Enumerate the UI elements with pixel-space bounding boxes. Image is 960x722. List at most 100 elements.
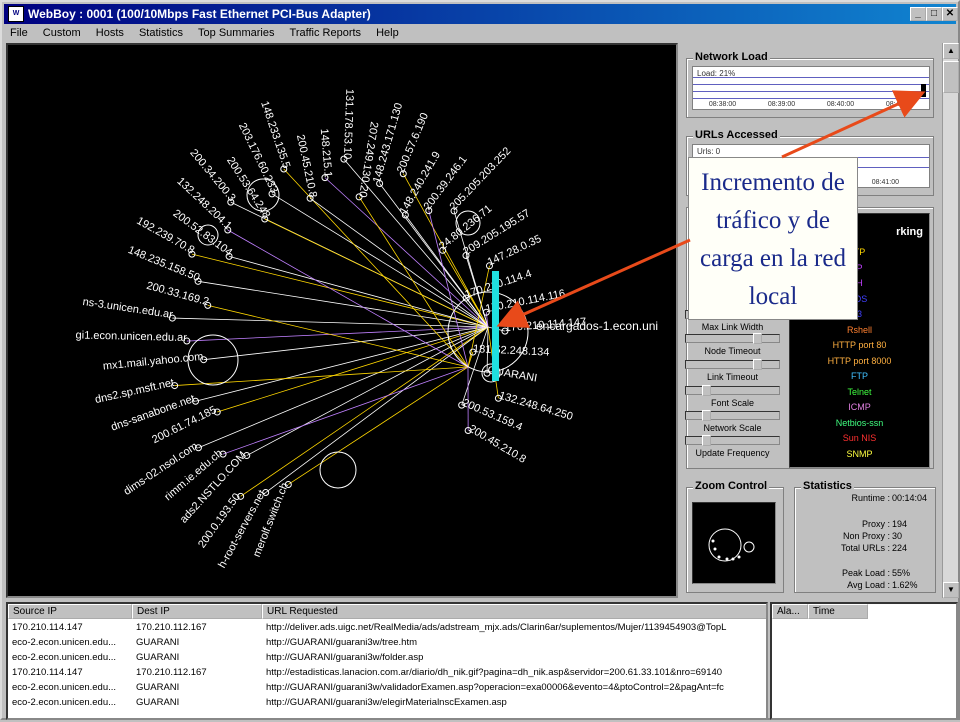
slider-label: Node Timeout bbox=[685, 346, 780, 356]
stat-runtime: Runtime :00:14:04 bbox=[802, 493, 936, 505]
column-header-url[interactable]: URL Requested bbox=[262, 604, 768, 619]
traffic-link bbox=[359, 197, 468, 367]
slider-knob[interactable] bbox=[753, 333, 762, 344]
log-cell[interactable]: GUARANI bbox=[136, 696, 262, 709]
slider-knob[interactable] bbox=[702, 410, 711, 421]
minimize-button[interactable]: _ bbox=[910, 7, 926, 21]
stat-key: Peak Load : bbox=[800, 568, 890, 578]
app-window: W WebBoy : 0001 (100/10Mbps Fast Etherne… bbox=[0, 0, 960, 720]
menu-statistics[interactable]: Statistics bbox=[139, 27, 183, 39]
menu-bar: File Custom Hosts Statistics Top Summari… bbox=[4, 24, 956, 42]
legend-item: Rshell bbox=[790, 323, 929, 339]
host-label[interactable]: dns2.sp.msft.net bbox=[94, 377, 175, 406]
stat-key: Runtime : bbox=[800, 493, 890, 503]
slider-knob[interactable] bbox=[702, 385, 711, 396]
column-header-dest-ip[interactable]: Dest IP bbox=[132, 604, 262, 619]
stat-value: 30 bbox=[892, 531, 902, 541]
time-tick: 08:39:00 bbox=[768, 101, 795, 108]
host-label[interactable]: ns-3.unicen.edu.ar bbox=[82, 296, 174, 321]
slider-label: Max Link Width bbox=[685, 322, 780, 332]
log-cell[interactable]: GUARANI bbox=[136, 651, 262, 664]
legend-item: Netbios-ssn bbox=[790, 416, 929, 432]
traffic-link bbox=[196, 327, 488, 401]
menu-help[interactable]: Help bbox=[376, 27, 399, 39]
host-label[interactable]: 148.215.1 bbox=[318, 128, 334, 178]
right-panel-scrollbar[interactable]: ▲ ▼ bbox=[942, 43, 958, 598]
stat-value: 224 bbox=[892, 543, 907, 553]
window-title: WebBoy : 0001 (100/10Mbps Fast Ethernet … bbox=[28, 7, 371, 21]
host-label[interactable]: dims-02.nsol.com bbox=[122, 440, 200, 498]
scroll-down-arrow[interactable]: ▼ bbox=[943, 582, 959, 598]
stat-value: 55% bbox=[892, 568, 910, 578]
network-graph[interactable]: merolf.switch.chh-root-servers.net200.0.… bbox=[6, 43, 678, 598]
log-cell[interactable]: http://GUARANI/guarani3w/validadorExamen… bbox=[266, 681, 766, 694]
traffic-link bbox=[310, 198, 488, 327]
url-log-table[interactable]: Source IP Dest IP URL Requested 170.210.… bbox=[6, 602, 768, 720]
maximize-button[interactable]: □ bbox=[926, 7, 942, 21]
hub-label[interactable]: encargados-1.econ.uni bbox=[536, 319, 658, 333]
close-button[interactable]: ✕ bbox=[942, 7, 958, 21]
host-label[interactable]: gi1.econ.unicen.edu.ar bbox=[75, 329, 187, 344]
slider-label: Font Scale bbox=[685, 398, 780, 408]
slider-label: Link Timeout bbox=[685, 372, 780, 382]
alarms-table[interactable]: Ala... Time bbox=[770, 602, 958, 720]
traffic-link bbox=[198, 327, 488, 448]
log-cell[interactable]: GUARANI bbox=[136, 681, 262, 694]
column-header-source-ip[interactable]: Source IP bbox=[8, 604, 132, 619]
slider-knob[interactable] bbox=[702, 435, 711, 446]
statistics-panel: Runtime :00:14:04 Proxy :194 Non Proxy :… bbox=[802, 489, 936, 595]
log-cell[interactable]: 170.210.114.147 bbox=[12, 666, 132, 679]
urls-accessed-readout: Urls: 0 bbox=[697, 147, 720, 156]
urls-accessed-title: URLs Accessed bbox=[693, 129, 780, 141]
zoom-control-view[interactable] bbox=[692, 502, 776, 584]
traffic-link bbox=[288, 367, 468, 484]
host-node[interactable] bbox=[320, 452, 356, 488]
legend-item: FTP bbox=[790, 369, 929, 385]
log-cell[interactable]: eco-2.econ.unicen.edu... bbox=[12, 651, 132, 664]
log-cell[interactable]: 170.210.114.147 bbox=[12, 621, 132, 634]
host-label[interactable]: 200.33.169.2 bbox=[145, 280, 210, 309]
menu-custom[interactable]: Custom bbox=[43, 27, 81, 39]
log-cell[interactable]: eco-2.econ.unicen.edu... bbox=[12, 696, 132, 709]
time-tick: 08:40:00 bbox=[827, 101, 854, 108]
legend-item: Sun NIS bbox=[790, 431, 929, 447]
host-label[interactable]: 205.205.203.252 bbox=[448, 145, 514, 213]
slider-knob[interactable] bbox=[753, 359, 762, 370]
menu-file[interactable]: File bbox=[10, 27, 28, 39]
log-cell[interactable]: http://GUARANI/guarani3w/tree.htm bbox=[266, 636, 766, 649]
network-load-chart: Load: 21% 08:38:00 08:39:00 08:40:00 08:… bbox=[692, 66, 930, 110]
time-tick: 08:41:00 bbox=[872, 179, 899, 186]
stat-total-urls: Total URLs :224 bbox=[802, 543, 936, 555]
host-label[interactable]: 131.178.53.10 bbox=[341, 89, 355, 160]
log-cell[interactable]: 170.210.112.167 bbox=[136, 666, 262, 679]
scroll-thumb[interactable] bbox=[943, 61, 959, 93]
log-cell[interactable]: http://GUARANI/guarani3w/elegirMaterialn… bbox=[266, 696, 766, 709]
network-load-title: Network Load bbox=[693, 51, 770, 63]
log-cell[interactable]: http://estadisticas.lanacion.com.ar/diar… bbox=[266, 666, 766, 679]
highlighted-link bbox=[492, 271, 499, 381]
menu-top-summaries[interactable]: Top Summaries bbox=[198, 27, 274, 39]
network-graph-canvas[interactable]: merolf.switch.chh-root-servers.net200.0.… bbox=[8, 45, 676, 596]
column-header-time[interactable]: Time bbox=[808, 604, 868, 619]
traffic-link bbox=[208, 305, 468, 367]
host-label[interactable]: 200.45.210.8 bbox=[294, 134, 319, 199]
menu-traffic-reports[interactable]: Traffic Reports bbox=[290, 27, 362, 39]
traffic-link bbox=[187, 327, 488, 341]
title-bar: W WebBoy : 0001 (100/10Mbps Fast Etherne… bbox=[4, 4, 956, 24]
traffic-link bbox=[192, 254, 488, 327]
log-cell[interactable]: http://GUARANI/guarani3w/folder.asp bbox=[266, 651, 766, 664]
log-cell[interactable]: GUARANI bbox=[136, 636, 262, 649]
menu-hosts[interactable]: Hosts bbox=[96, 27, 124, 39]
log-cell[interactable]: eco-2.econ.unicen.edu... bbox=[12, 681, 132, 694]
stat-key: Avg Load : bbox=[800, 580, 890, 590]
traffic-link bbox=[241, 327, 488, 496]
log-cell[interactable]: http://deliver.ads.uigc.net/RealMedia/ad… bbox=[266, 621, 766, 634]
host-label[interactable]: 181.52.248.134 bbox=[473, 343, 550, 359]
host-label[interactable]: mx1.mail.yahoo.com bbox=[102, 351, 204, 373]
scroll-up-arrow[interactable]: ▲ bbox=[943, 43, 959, 59]
log-cell[interactable]: 170.210.112.167 bbox=[136, 621, 262, 634]
log-cell[interactable]: eco-2.econ.unicen.edu... bbox=[12, 636, 132, 649]
column-header-alarm[interactable]: Ala... bbox=[772, 604, 808, 619]
zoom-minimap[interactable] bbox=[693, 503, 775, 583]
stat-value: 1.62% bbox=[892, 580, 918, 590]
